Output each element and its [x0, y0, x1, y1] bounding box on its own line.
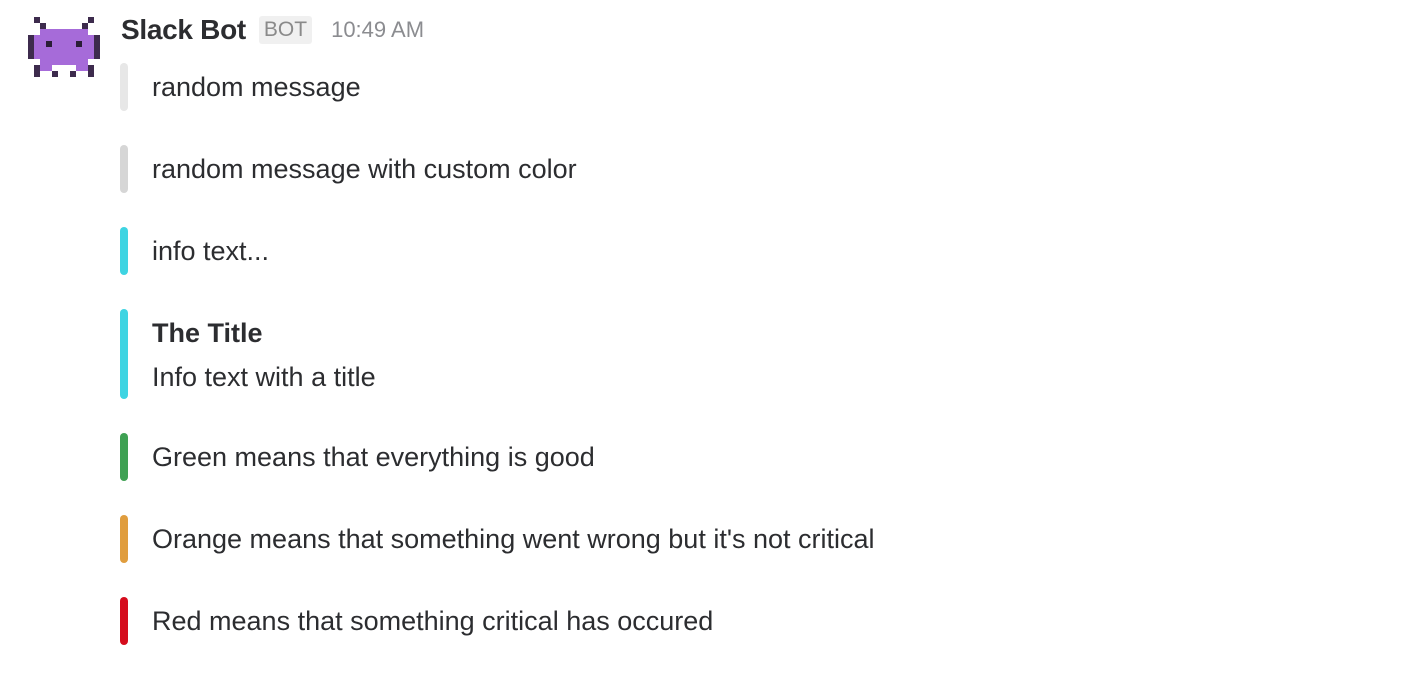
- attachment-text: random message with custom color: [152, 154, 577, 184]
- attachment-text: Green means that everything is good: [152, 442, 595, 472]
- attachment: Orange means that something went wrong b…: [120, 515, 1370, 563]
- attachment-color-bar: [120, 309, 128, 399]
- attachment-color-bar: [120, 227, 128, 275]
- message: Slack Bot BOT 10:49 AM random message ra…: [0, 0, 1412, 682]
- attachment: info text...: [120, 227, 1370, 275]
- attachments-list: random message random message with custo…: [120, 63, 1370, 679]
- attachment: Red means that something critical has oc…: [120, 597, 1370, 645]
- attachment-color-bar: [120, 597, 128, 645]
- attachment-color-bar: [120, 63, 128, 111]
- attachment-text: info text...: [152, 236, 270, 266]
- message-header: Slack Bot BOT 10:49 AM: [121, 12, 424, 48]
- attachment-color-bar: [120, 433, 128, 481]
- bot-badge: BOT: [258, 16, 313, 44]
- attachment: random message with custom color: [120, 145, 1370, 193]
- attachment-text: Red means that something critical has oc…: [152, 606, 714, 636]
- attachment-text: Info text with a title: [152, 362, 376, 392]
- attachment-text: Orange means that something went wrong b…: [152, 524, 875, 554]
- attachment-color-bar: [120, 515, 128, 563]
- attachment-title: The Title: [152, 318, 263, 348]
- attachment: Green means that everything is good: [120, 433, 1370, 481]
- sender-name[interactable]: Slack Bot: [121, 14, 246, 46]
- avatar[interactable]: [28, 16, 100, 78]
- attachment-text: random message: [152, 72, 361, 102]
- alien-monster-icon: [28, 17, 100, 77]
- attachment: random message: [120, 63, 1370, 111]
- attachment-color-bar: [120, 145, 128, 193]
- attachment: The Title Info text with a title: [120, 309, 1370, 399]
- timestamp[interactable]: 10:49 AM: [331, 17, 424, 43]
